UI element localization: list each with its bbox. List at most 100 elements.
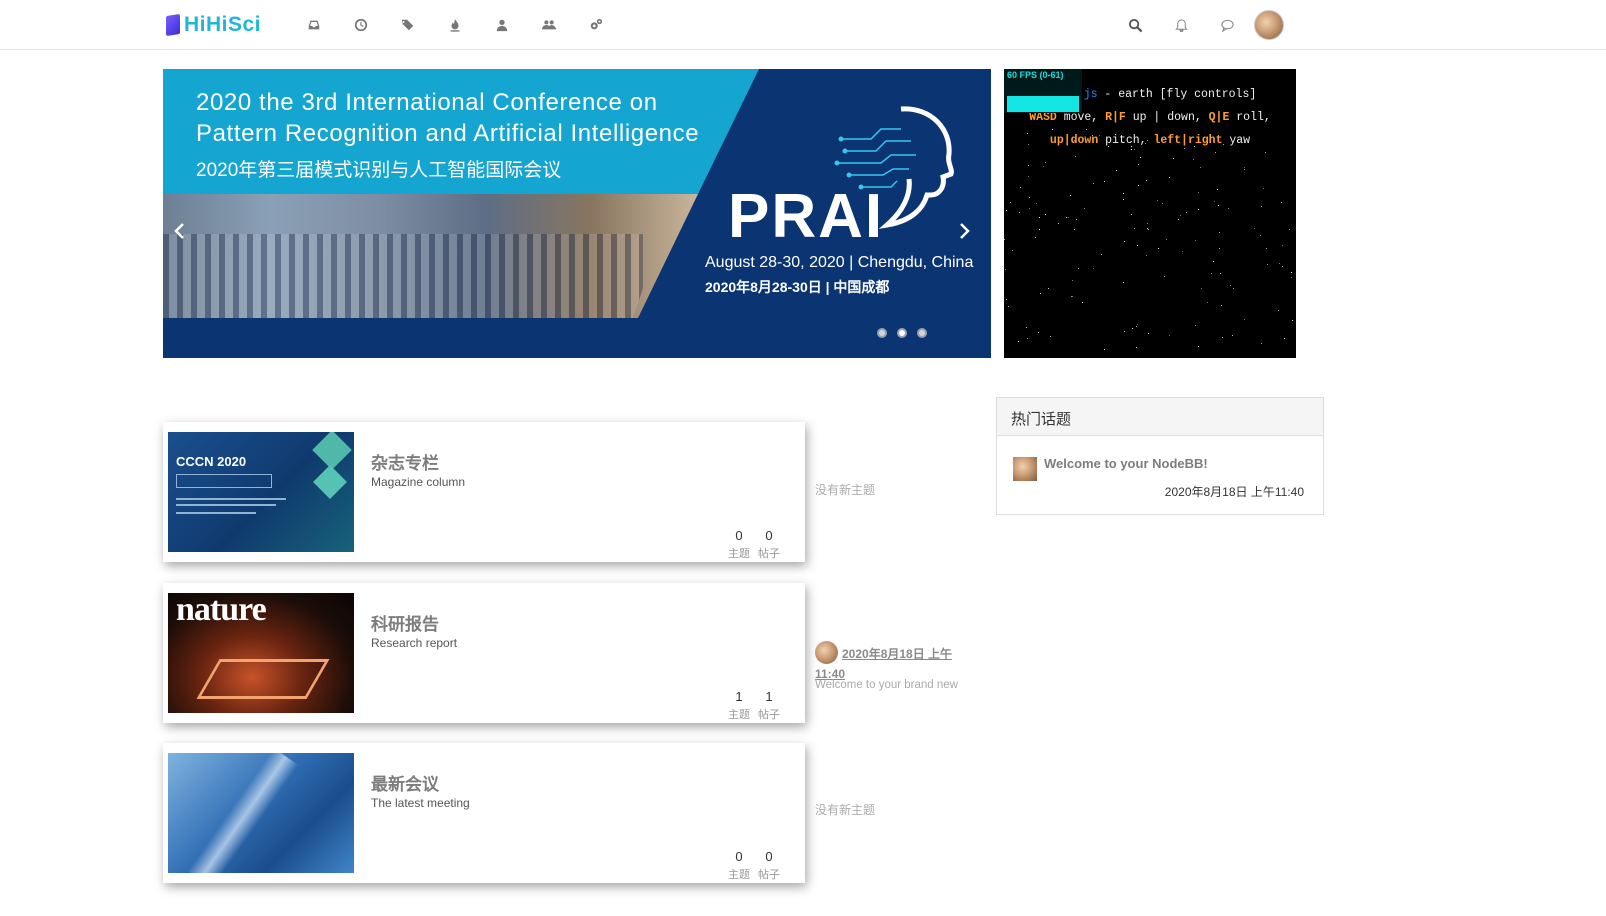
star — [1108, 146, 1109, 147]
star — [1137, 324, 1138, 325]
carousel-dot[interactable] — [897, 328, 907, 338]
star — [1222, 337, 1223, 338]
star — [1244, 169, 1245, 170]
star — [1093, 183, 1094, 184]
carousel-dot[interactable] — [877, 328, 887, 338]
users-icon[interactable] — [525, 14, 572, 36]
category-image: CCCN 2020 — [168, 432, 354, 552]
star — [1220, 273, 1221, 274]
posts-count: 0 帖子 — [758, 528, 780, 560]
star — [1169, 177, 1170, 178]
star — [1215, 152, 1216, 153]
search-icon[interactable] — [1112, 11, 1158, 39]
star — [1266, 248, 1267, 249]
last-post-time-link[interactable]: 2020年8月18日 上午11:40 — [815, 644, 965, 684]
star — [1261, 343, 1262, 344]
star — [1028, 144, 1029, 145]
bell-icon[interactable] — [1158, 11, 1204, 39]
carousel-next-button[interactable] — [953, 219, 977, 243]
topic-author-avatar[interactable] — [1013, 457, 1037, 481]
star — [1284, 338, 1285, 339]
star — [1136, 347, 1137, 348]
star — [1018, 341, 1019, 342]
category-card-magazine[interactable]: CCCN 2020 杂志专栏 Magazine column 0 主题 0 帖子 — [163, 422, 805, 562]
user-icon[interactable] — [478, 14, 525, 36]
star — [1101, 254, 1102, 255]
star — [1146, 255, 1147, 256]
star — [1093, 268, 1094, 269]
hot-topic-title[interactable]: Welcome to your NodeBB! — [1044, 456, 1208, 471]
star — [1146, 180, 1147, 181]
star — [1223, 144, 1224, 145]
star — [1019, 212, 1020, 213]
topics-count: 0 主题 — [728, 849, 750, 881]
inbox-icon[interactable] — [290, 14, 337, 36]
decor-frame — [196, 659, 330, 699]
star — [1260, 235, 1261, 236]
star — [1186, 212, 1187, 213]
chat-icon[interactable] — [1204, 11, 1250, 39]
star — [1132, 328, 1133, 329]
category-title[interactable]: 杂志专栏 — [371, 449, 439, 474]
carousel-prev-button[interactable] — [167, 219, 191, 243]
star — [1267, 264, 1268, 265]
star — [1184, 148, 1185, 149]
hot-topics-widget: 热门话题 Welcome to your NodeBB! 2020年8月18日 … — [996, 397, 1324, 515]
gears-icon[interactable] — [572, 14, 619, 36]
star — [1157, 200, 1158, 201]
star — [1012, 250, 1013, 251]
star — [1218, 205, 1219, 206]
category-card-meetings[interactable]: 最新会议 The latest meeting 0 主题 0 帖子 — [163, 743, 805, 883]
star — [1140, 157, 1141, 158]
star — [1043, 166, 1044, 167]
star — [1278, 310, 1279, 311]
posts-count: 1 帖子 — [758, 689, 780, 721]
earth-3d-viewer[interactable]: js - earth [fly controls] WASD move, R|F… — [1004, 69, 1296, 358]
banner-title-chinese: 2020年第三届模式识别与人工智能国际会议 — [196, 160, 562, 181]
star — [1291, 272, 1292, 273]
star — [1072, 296, 1073, 297]
logo-text: HiHiSci — [184, 13, 262, 36]
site-logo[interactable]: HiHiSci — [166, 12, 261, 38]
star — [1070, 195, 1071, 196]
hot-topics-heading: 热门话题 — [997, 398, 1323, 436]
last-post-snippet: Welcome to your brand new — [815, 679, 958, 691]
logo-cube-icon — [166, 14, 180, 36]
star — [1282, 245, 1283, 246]
star — [1104, 181, 1105, 182]
star — [1099, 135, 1100, 136]
star — [1045, 214, 1046, 215]
star — [1219, 232, 1220, 233]
category-title[interactable]: 科研报告 — [371, 610, 439, 635]
main-nav — [290, 14, 619, 36]
fps-stats-panel[interactable]: 60 FPS (0-61) — [1004, 69, 1082, 113]
star — [1148, 333, 1149, 334]
image-caption: nature — [176, 593, 267, 628]
clock-icon[interactable] — [337, 14, 384, 36]
star — [1045, 162, 1046, 163]
star — [1006, 210, 1007, 211]
star — [1039, 217, 1040, 218]
category-title[interactable]: 最新会议 — [371, 770, 439, 795]
carousel-dot[interactable] — [917, 328, 927, 338]
fire-icon[interactable] — [431, 14, 478, 36]
star — [1244, 167, 1245, 168]
star — [1261, 206, 1262, 207]
three-js-link[interactable]: js — [1084, 88, 1098, 101]
star — [1124, 241, 1125, 242]
star — [1193, 159, 1194, 160]
star — [1198, 192, 1199, 193]
tags-icon[interactable] — [384, 14, 431, 36]
star — [1131, 149, 1132, 150]
star — [1010, 202, 1011, 203]
category-card-research[interactable]: nature 科研报告 Research report 1 主题 1 帖子 — [163, 583, 805, 723]
star — [1004, 239, 1005, 240]
star — [1138, 164, 1139, 165]
star — [1198, 209, 1199, 210]
star — [1074, 140, 1075, 141]
star — [1221, 305, 1222, 306]
star — [1084, 208, 1085, 209]
star — [1198, 346, 1199, 347]
user-avatar[interactable] — [1254, 10, 1284, 40]
category-subtitle: Research report — [371, 636, 458, 650]
